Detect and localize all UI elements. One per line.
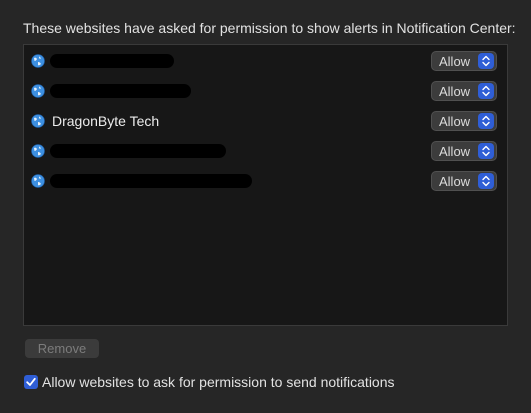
globe-icon — [31, 144, 45, 158]
remove-button[interactable]: Remove — [25, 339, 99, 358]
notifications-preferences-panel: These websites have asked for permission… — [0, 0, 531, 413]
up-down-chevron-icon — [478, 53, 494, 69]
permission-select[interactable]: Allow — [431, 171, 497, 191]
permission-value: Allow — [439, 144, 471, 159]
permission-value: Allow — [439, 114, 471, 129]
permission-value: Allow — [439, 174, 471, 189]
permission-list-heading: These websites have asked for permission… — [23, 20, 516, 36]
globe-icon — [31, 84, 45, 98]
globe-icon — [31, 114, 45, 128]
redacted-website-name — [50, 144, 226, 158]
website-name: DragonByte Tech — [52, 113, 160, 129]
permission-select[interactable]: Allow — [431, 111, 497, 131]
website-row[interactable]: Allow — [24, 166, 507, 196]
website-row[interactable]: Allow — [24, 46, 507, 76]
redacted-website-name — [50, 84, 191, 98]
up-down-chevron-icon — [478, 143, 494, 159]
checkmark-icon — [26, 377, 36, 386]
website-row[interactable]: Allow — [24, 136, 507, 166]
permission-select[interactable]: Allow — [431, 141, 497, 161]
allow-notification-requests-checkbox[interactable] — [24, 375, 38, 389]
permission-value: Allow — [439, 54, 471, 69]
permission-select[interactable]: Allow — [431, 81, 497, 101]
globe-icon — [31, 54, 45, 68]
redacted-website-name — [50, 54, 174, 68]
website-permission-list[interactable]: Allow Allow DragonByte Tech Allow Allow … — [23, 44, 508, 326]
website-row[interactable]: DragonByte Tech Allow — [24, 106, 507, 136]
up-down-chevron-icon — [478, 173, 494, 189]
globe-icon — [31, 174, 45, 188]
up-down-chevron-icon — [478, 113, 494, 129]
redacted-website-name — [50, 174, 252, 188]
permission-select[interactable]: Allow — [431, 51, 497, 71]
website-row[interactable]: Allow — [24, 76, 507, 106]
up-down-chevron-icon — [478, 83, 494, 99]
allow-notification-requests-label: Allow websites to ask for permission to … — [42, 374, 395, 390]
permission-value: Allow — [439, 84, 471, 99]
